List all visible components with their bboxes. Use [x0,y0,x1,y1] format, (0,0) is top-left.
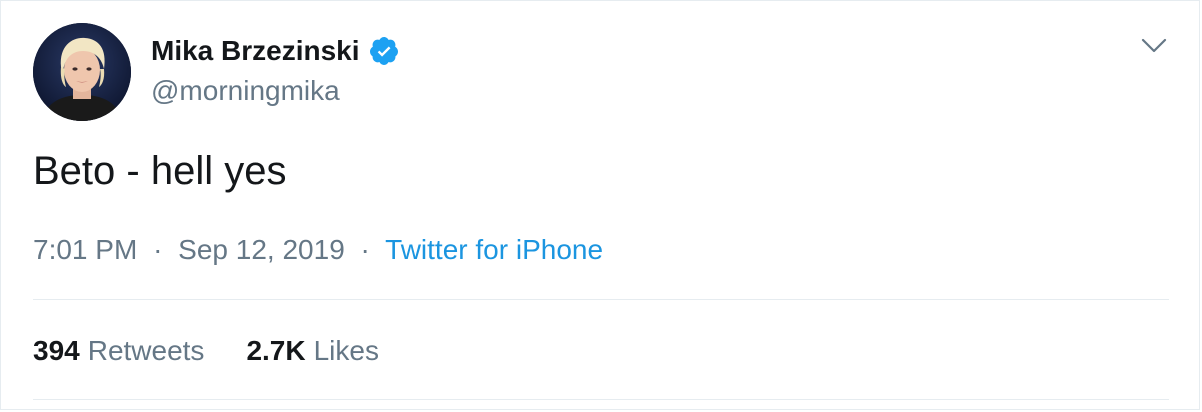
divider [33,399,1169,400]
author-handle[interactable]: @morningmika [151,75,340,107]
retweets-label: Retweets [87,335,205,366]
tweet-card: Mika Brzezinski @morningmika Beto - hell… [0,0,1200,410]
tweet-time[interactable]: 7:01 PM [33,234,137,265]
meta-separator: · [153,234,163,265]
tweet-text: Beto - hell yes [33,149,287,193]
author-display-name[interactable]: Mika Brzezinski [151,35,360,67]
tweet-date[interactable]: Sep 12, 2019 [178,234,345,265]
tweet-source-link[interactable]: Twitter for iPhone [385,234,603,265]
chevron-down-icon[interactable] [1139,35,1169,57]
likes-count: 2.7K [246,335,306,366]
author-display-name-row[interactable]: Mika Brzezinski [151,35,400,67]
tweet-meta: 7:01 PM · Sep 12, 2019 · Twitter for iPh… [33,234,603,266]
retweets-count: 394 [33,335,80,366]
meta-separator: · [360,234,370,265]
divider [33,299,1169,300]
verified-badge-icon [368,35,400,67]
likes-stat[interactable]: 2.7K Likes [246,335,379,367]
likes-label: Likes [313,335,379,366]
retweets-stat[interactable]: 394 Retweets [33,335,204,367]
avatar[interactable] [33,23,131,121]
tweet-stats: 394 Retweets 2.7K Likes [33,335,421,367]
profile-photo-icon [33,23,131,121]
